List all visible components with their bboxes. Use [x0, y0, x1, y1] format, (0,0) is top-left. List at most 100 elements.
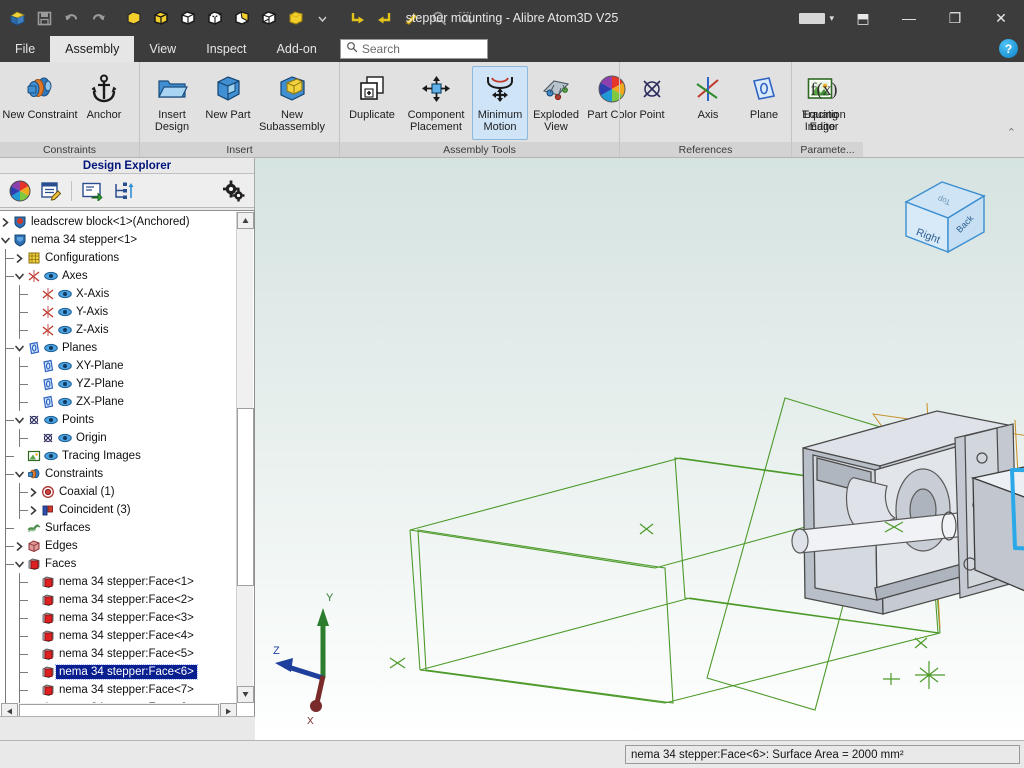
normal-to-icon[interactable] — [345, 5, 370, 31]
tab-view[interactable]: View — [134, 36, 191, 62]
tree-item[interactable]: nema 34 stepper:Face<1> — [0, 573, 224, 591]
close-button[interactable]: ✕ — [978, 0, 1024, 36]
zoom-window-icon[interactable] — [453, 5, 478, 31]
tree-expander-icon[interactable] — [14, 267, 25, 285]
maximize-button[interactable]: ❐ — [932, 0, 978, 36]
visibility-eye-icon[interactable] — [56, 303, 73, 321]
tree-expander-icon[interactable] — [14, 339, 25, 357]
visibility-eye-icon[interactable] — [56, 393, 73, 411]
ribbon-button-new-constraint[interactable]: New Constraint — [2, 66, 78, 140]
ribbon-button-component-placement[interactable]: Component Placement — [400, 66, 472, 140]
tree-expander-icon[interactable] — [0, 231, 11, 249]
visibility-eye-icon[interactable] — [56, 285, 73, 303]
tab-addon[interactable]: Add-on — [262, 36, 332, 62]
transparent-view-icon[interactable] — [256, 5, 281, 31]
tree-item[interactable]: Planes — [0, 339, 224, 357]
tree-item[interactable]: nema 34 stepper:Face<4> — [0, 627, 224, 645]
tree-vertical-scrollbar[interactable] — [236, 212, 254, 703]
tree-item[interactable]: X-Axis — [0, 285, 224, 303]
tree-expander-icon[interactable] — [14, 411, 25, 429]
view-dropdown-chevron-icon[interactable] — [310, 5, 335, 31]
visibility-eye-icon[interactable] — [56, 429, 73, 447]
tree-scroll-thumb[interactable] — [237, 408, 254, 586]
tree-item[interactable]: Points — [0, 411, 224, 429]
tab-file[interactable]: File — [0, 36, 50, 62]
save-icon[interactable] — [32, 5, 57, 31]
tree-item[interactable]: Surfaces — [0, 519, 224, 537]
tree-item[interactable]: YZ-Plane — [0, 375, 224, 393]
edit-properties-icon[interactable] — [37, 178, 65, 204]
ribbon-button-anchor[interactable]: Anchor — [76, 66, 132, 140]
tree-item[interactable]: Origin — [0, 429, 224, 447]
tree-item[interactable]: ZX-Plane — [0, 393, 224, 411]
tree-expander-icon[interactable] — [14, 249, 25, 267]
visibility-eye-icon[interactable] — [56, 357, 73, 375]
ribbon-button-duplicate[interactable]: Duplicate — [344, 66, 400, 140]
expand-tree-icon[interactable] — [109, 178, 137, 204]
tree-item[interactable]: Tracing Images — [0, 447, 224, 465]
visibility-eye-icon[interactable] — [42, 339, 59, 357]
measure-icon[interactable] — [399, 5, 424, 31]
3d-viewport[interactable]: Y Z X Right Back Top — [255, 158, 1024, 740]
home-icon[interactable] — [5, 5, 30, 31]
hidden-line-view-icon[interactable] — [202, 5, 227, 31]
ribbon-button-minimum-motion[interactable]: Minimum Motion — [472, 66, 528, 140]
visibility-eye-icon[interactable] — [42, 411, 59, 429]
shaded-view-icon[interactable] — [121, 5, 146, 31]
tree-item[interactable]: nema 34 stepper:Face<6> — [0, 663, 224, 681]
design-tree[interactable]: leadscrew block<1>(Anchored) nema 34 step… — [0, 211, 224, 704]
tree-expander-icon[interactable] — [14, 555, 25, 573]
wireframe-view-icon[interactable] — [175, 5, 200, 31]
tree-expander-icon[interactable] — [28, 501, 39, 519]
minimize-button[interactable]: — — [886, 0, 932, 36]
visibility-eye-icon[interactable] — [56, 321, 73, 339]
tree-expander-icon[interactable] — [28, 483, 39, 501]
scroll-down-arrow-icon[interactable] — [237, 686, 254, 703]
settings-gear-icon[interactable] — [220, 178, 248, 204]
visibility-eye-icon[interactable] — [42, 447, 59, 465]
visibility-eye-icon[interactable] — [56, 375, 73, 393]
tree-item[interactable]: XY-Plane — [0, 357, 224, 375]
tree-item[interactable]: Faces — [0, 555, 224, 573]
view-cube[interactable]: Right Back Top — [890, 170, 1000, 260]
tab-inspect[interactable]: Inspect — [191, 36, 261, 62]
tree-expander-icon[interactable] — [14, 537, 25, 555]
account-dropdown[interactable]: ▾ — [799, 12, 834, 24]
ribbon-button-axis[interactable]: Axis — [680, 66, 736, 140]
ribbon-button-point[interactable]: Point — [624, 66, 680, 140]
tree-item[interactable]: Z-Axis — [0, 321, 224, 339]
ribbon-button-new-subassembly[interactable]: New Subassembly — [256, 66, 328, 140]
render-view-icon[interactable] — [283, 5, 308, 31]
ribbon-button-plane[interactable]: Plane — [736, 66, 792, 140]
tree-item[interactable]: leadscrew block<1>(Anchored) — [0, 213, 224, 231]
ribbon-button-exploded-view[interactable]: Exploded View — [528, 66, 584, 140]
tree-expander-icon[interactable] — [0, 213, 11, 231]
redo-icon[interactable] — [86, 5, 111, 31]
search-input[interactable] — [361, 42, 480, 56]
tree-item[interactable]: nema 34 stepper:Face<3> — [0, 609, 224, 627]
export-node-icon[interactable] — [78, 178, 106, 204]
search-box[interactable] — [339, 39, 488, 59]
tree-item[interactable]: nema 34 stepper:Face<2> — [0, 591, 224, 609]
tree-expander-icon[interactable] — [14, 465, 25, 483]
undo-icon[interactable] — [59, 5, 84, 31]
color-wheel-icon[interactable] — [6, 178, 34, 204]
visibility-eye-icon[interactable] — [42, 267, 59, 285]
ribbon-display-options-button[interactable]: ⬒ — [840, 0, 886, 36]
tree-item[interactable]: nema 34 stepper:Face<7> — [0, 681, 224, 699]
ribbon-button-equation-editor[interactable]: f(x) Equation Editor — [796, 66, 852, 140]
ribbon-button-new-part[interactable]: New Part — [200, 66, 256, 140]
tree-item[interactable]: Constraints — [0, 465, 224, 483]
tree-item[interactable]: nema 34 stepper:Face<5> — [0, 645, 224, 663]
tree-item[interactable]: Coincident (3) — [0, 501, 224, 519]
tree-item[interactable]: Axes — [0, 267, 224, 285]
zoom-icon[interactable] — [426, 5, 451, 31]
shaded-edges-view-icon[interactable] — [148, 5, 173, 31]
hidden-line-gray-view-icon[interactable] — [229, 5, 254, 31]
tree-item[interactable]: Configurations — [0, 249, 224, 267]
tree-item[interactable]: Y-Axis — [0, 303, 224, 321]
ribbon-button-insert-design[interactable]: Insert Design — [144, 66, 200, 140]
tab-assembly[interactable]: Assembly — [50, 36, 135, 62]
ribbon-collapse-icon[interactable]: ⌃ — [1007, 126, 1016, 139]
rotate-view-icon[interactable] — [372, 5, 397, 31]
